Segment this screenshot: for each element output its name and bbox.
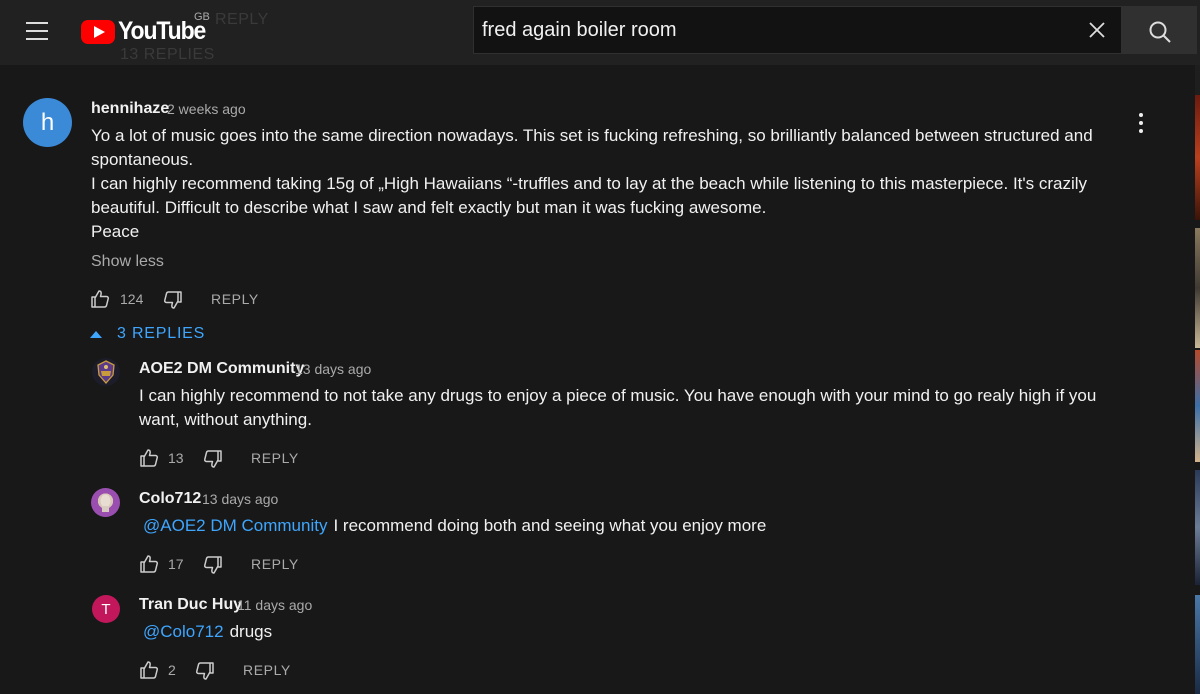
comment-line: Peace — [91, 222, 140, 241]
like-count: 2 — [168, 662, 176, 678]
close-icon[interactable] — [1087, 20, 1107, 40]
more-vert-icon[interactable] — [1131, 111, 1151, 135]
reply-author[interactable]: Colo712 — [139, 490, 201, 508]
reply-author[interactable]: AOE2 DM Community — [139, 360, 304, 378]
comment-line: I can highly recommend taking 15g of „Hi… — [91, 174, 1088, 193]
thumbs-up-icon[interactable] — [139, 448, 159, 468]
community-crest-icon — [97, 360, 115, 384]
like-count: 124 — [120, 291, 144, 307]
reply-button[interactable]: REPLY — [251, 450, 299, 466]
reply-text: @AOE2 DM Community I recommend doing both… — [143, 514, 1133, 538]
avatar[interactable]: T — [92, 595, 120, 623]
related-videos-strip[interactable] — [1195, 65, 1200, 694]
previous-reply-ghost: REPLY — [215, 11, 269, 28]
comment-author[interactable]: hennihaze — [91, 100, 169, 118]
youtube-play-icon — [81, 19, 115, 44]
reply-line: I recommend doing both and seeing what y… — [333, 516, 767, 535]
comment-time[interactable]: 2 weeks ago — [167, 101, 246, 117]
region-code: GB — [194, 11, 210, 23]
reply-line: I can highly recommend to not take any d… — [139, 386, 1097, 405]
reply-time[interactable]: 11 days ago — [237, 597, 312, 613]
reply-author[interactable]: Tran Duc Huy — [139, 596, 242, 614]
thumbs-up-icon[interactable] — [139, 660, 159, 680]
avatar-letter: T — [101, 600, 111, 618]
comment-line: beautiful. Difficult to describe what I … — [91, 198, 767, 217]
mention-link[interactable]: @AOE2 DM Community — [143, 516, 327, 535]
reply-line: want, without anything. — [139, 410, 312, 429]
hamburger-menu-icon[interactable] — [24, 20, 52, 42]
search-icon — [1149, 21, 1171, 43]
search-box[interactable] — [473, 6, 1121, 54]
reply-line: drugs — [229, 622, 273, 641]
comment-line: spontaneous. — [91, 150, 194, 169]
replies-toggle-label: 3 REPLIES — [117, 325, 206, 342]
statue-face-icon — [100, 494, 111, 512]
caret-up-icon — [90, 331, 102, 338]
thumbs-down-icon[interactable] — [203, 449, 223, 469]
reply-text: I can highly recommend to not take any d… — [139, 384, 1129, 432]
search-button[interactable] — [1121, 6, 1197, 54]
show-less-button[interactable]: Show less — [91, 253, 164, 271]
replies-toggle[interactable]: 3 REPLIES — [88, 324, 205, 344]
like-count: 17 — [168, 556, 184, 572]
reply-time[interactable]: 13 days ago — [295, 361, 371, 377]
thumbs-up-icon[interactable] — [139, 554, 159, 574]
reply-text: @Colo712 drugs — [143, 620, 1133, 644]
comment-line: Yo a lot of music goes into the same dir… — [91, 126, 1093, 145]
mention-link[interactable]: @Colo712 — [143, 622, 224, 641]
thumbs-down-icon[interactable] — [195, 661, 215, 681]
avatar[interactable]: h — [23, 98, 72, 147]
thumbs-down-icon[interactable] — [163, 290, 183, 310]
avatar[interactable] — [91, 488, 120, 517]
thumbs-up-icon[interactable] — [90, 289, 110, 309]
avatar-letter: h — [40, 108, 55, 136]
thumbs-down-icon[interactable] — [203, 555, 223, 575]
avatar[interactable] — [92, 358, 120, 386]
reply-button[interactable]: REPLY — [243, 662, 291, 678]
reply-time[interactable]: 13 days ago — [202, 491, 278, 507]
comment-text: Yo a lot of music goes into the same dir… — [91, 124, 1121, 244]
like-count: 13 — [168, 450, 184, 466]
search-input[interactable] — [482, 7, 1072, 53]
reply-button[interactable]: REPLY — [211, 291, 259, 307]
logo-text: YouTube — [118, 17, 206, 45]
previous-replies-ghost: 13 REPLIES — [120, 46, 215, 63]
reply-button[interactable]: REPLY — [251, 556, 299, 572]
